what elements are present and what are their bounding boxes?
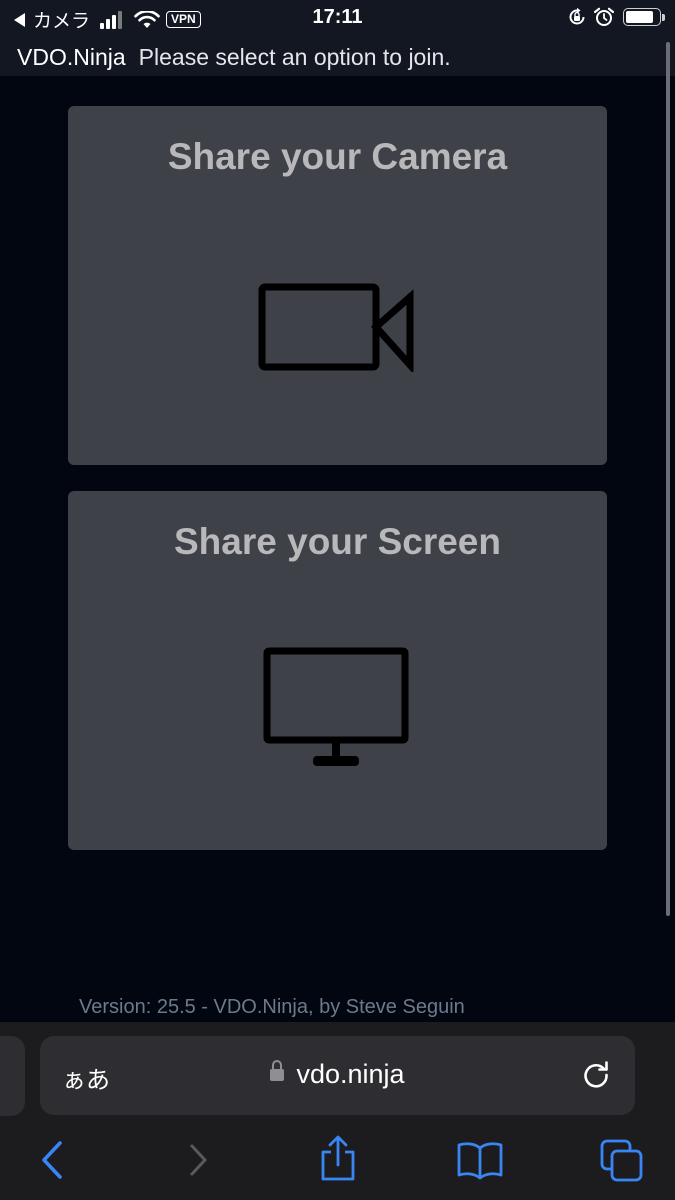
back-app-label[interactable]: カメラ — [33, 6, 90, 33]
wifi-icon — [134, 10, 160, 28]
status-bar: カメラ VPN 17:11 — [0, 0, 675, 38]
tabs-icon[interactable] — [599, 1138, 645, 1184]
share-screen-button[interactable]: Share your Screen — [68, 491, 607, 850]
status-left[interactable]: カメラ VPN — [14, 6, 201, 33]
share-icon[interactable] — [318, 1134, 358, 1184]
cellular-signal-icon — [100, 10, 124, 29]
address-bar[interactable]: ぁあ vdo.ninja — [40, 1036, 635, 1115]
battery-icon — [623, 8, 661, 26]
url-text: vdo.ninja — [296, 1059, 405, 1089]
previous-tab-peek[interactable] — [0, 1036, 25, 1116]
vpn-badge: VPN — [166, 11, 201, 28]
version-text: Version: 25.5 - VDO.Ninja, by Steve Segu… — [79, 996, 465, 1018]
back-arrow-icon[interactable] — [38, 1137, 66, 1183]
battery-level-fill — [626, 11, 653, 23]
lock-icon — [270, 1060, 285, 1081]
brand-title: VDO.Ninja — [17, 43, 126, 70]
share-screen-title: Share your Screen — [174, 521, 501, 562]
scroll-indicator — [666, 42, 670, 916]
alarm-icon — [593, 7, 615, 26]
share-camera-title: Share your Camera — [167, 136, 508, 177]
monitor-icon — [263, 647, 408, 766]
browser-toolbar: ぁあ vdo.ninja — [0, 1022, 675, 1200]
orientation-lock-icon — [569, 7, 585, 25]
forward-arrow-icon — [190, 1144, 207, 1176]
title-bar: VDO.Ninja Please select an option to joi… — [0, 38, 675, 76]
back-to-app-icon[interactable] — [14, 12, 25, 27]
status-right — [567, 7, 665, 27]
share-camera-button[interactable]: Share your Camera — [68, 106, 607, 465]
reload-icon[interactable] — [581, 1060, 611, 1090]
video-camera-icon — [258, 283, 413, 372]
join-prompt: Please select an option to join. — [138, 43, 451, 70]
bookmarks-icon[interactable] — [456, 1140, 504, 1180]
url-display[interactable]: vdo.ninja — [40, 1059, 635, 1090]
battery-nub — [662, 13, 665, 21]
